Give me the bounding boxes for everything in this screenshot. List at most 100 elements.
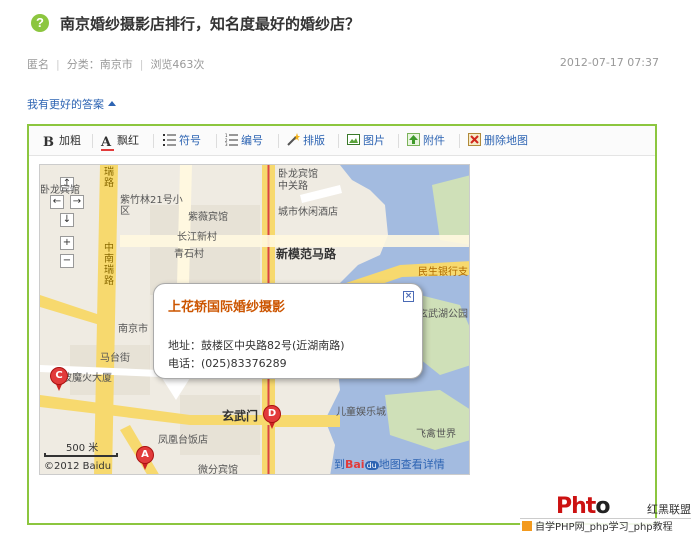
watermark-brand: 红黑联盟 (647, 503, 691, 516)
site-watermark: Phto 红黑联盟 自学PHP网_php学习_php教程 (520, 495, 691, 541)
studio-name[interactable]: 上花轿国际婚纱摄影 (168, 300, 285, 316)
delete-map-button[interactable]: 删除地图 (468, 133, 528, 149)
map-label: 民生银行支 (418, 267, 468, 278)
toolbar-divider (92, 134, 93, 148)
bullets-button[interactable]: 符号 (163, 133, 201, 149)
pan-down-button[interactable]: ↓ (60, 213, 74, 227)
map-label: 儿童娱乐城 (336, 407, 386, 418)
baidu-map-text: 地图 (378, 458, 401, 471)
map-scale-label: 500 米 (66, 443, 99, 454)
author-label: 匿名 (27, 58, 49, 71)
image-icon (347, 134, 360, 145)
delete-map-icon (468, 133, 481, 146)
pin-label: A (136, 446, 154, 464)
post-date: 2012-07-17 07:37 (559, 56, 659, 69)
map-label: 紫竹林21号小区 (120, 195, 183, 217)
watermark-logo-b: o (595, 494, 610, 519)
toolbar-divider (398, 134, 399, 148)
map-label: 波魔火大厦 (62, 373, 112, 384)
category-link[interactable]: 南京市 (100, 58, 133, 71)
color-button[interactable]: A 飘红 (101, 133, 139, 151)
pan-left-button[interactable]: ← (50, 195, 64, 209)
pan-right-button[interactable]: → (70, 195, 84, 209)
map-label: 城市休闲酒店 (278, 207, 338, 218)
baidu-link-prefix: 到 (334, 458, 345, 471)
category-label: 分类： (66, 58, 100, 71)
numbered-list-icon: 123 (225, 133, 238, 146)
bold-button[interactable]: B 加粗 (43, 133, 81, 149)
attach-label: 附件 (423, 134, 445, 147)
better-answer-label: 我有更好的答案 (27, 98, 104, 111)
watermark-square-icon (522, 521, 532, 531)
map-road-label: 中南瑞路 (104, 243, 114, 287)
toolbar-divider (338, 134, 339, 148)
baidu-paw-icon: du (364, 461, 379, 470)
map-pin-c[interactable]: C (50, 367, 68, 391)
map-road-label: 瑞路 (104, 167, 114, 189)
caret-up-icon (108, 101, 116, 106)
map-label: 南京市 (118, 324, 148, 335)
watermark-bar-text: 自学PHP网_php学习_php教程 (535, 522, 673, 533)
numbering-label: 编号 (241, 134, 263, 147)
map-info-window: 上花轿国际婚纱摄影 地址：鼓楼区中央路82号(近湖南路) 电话：(025)833… (153, 283, 423, 379)
baidu-map[interactable]: ↑ ← → ↓ + − 卧龙宾馆 瑞路 卧龙宾馆 中关路 紫竹林21号小区 紫薇… (39, 164, 470, 475)
answer-editor[interactable]: B 加粗 A 飘红 符号 1 2 3 编号 排版 图片 附件 删除地图 ↑ ← … (27, 124, 657, 525)
magic-wand-icon (287, 133, 300, 146)
image-label: 图片 (363, 134, 385, 147)
map-label: 马台街 (100, 353, 130, 364)
map-label: 新模范马路 (276, 247, 337, 261)
format-label: 排版 (303, 134, 325, 147)
delete-map-label: 删除地图 (484, 134, 528, 147)
toolbar-divider (459, 134, 460, 148)
question-mark-icon: ? (31, 14, 49, 32)
zoom-in-button[interactable]: + (60, 236, 74, 250)
image-button[interactable]: 图片 (347, 133, 385, 149)
info-window-pointer (162, 378, 190, 400)
format-button[interactable]: 排版 (287, 133, 325, 149)
map-label: 紫薇宾馆 (188, 212, 228, 223)
watermark-logo: Phto (556, 494, 610, 519)
color-label: 飘红 (117, 134, 139, 147)
map-label: 凤凰台饭店 (158, 435, 208, 446)
question-meta: 匿名 | 分类：南京市 | 浏览463次 2012-07-17 07:37 (27, 56, 659, 72)
map-label: 玄武门 (222, 409, 259, 423)
view-detail-text: 查看详情 (400, 458, 445, 471)
map-label: 微分宾馆 (198, 465, 238, 475)
map-pin-d[interactable]: D (263, 405, 281, 429)
baidu-map-link[interactable]: 到Bai du 地图查看详情 (334, 456, 445, 472)
map-label: 长江新村 (177, 232, 217, 243)
editor-toolbar: B 加粗 A 飘红 符号 1 2 3 编号 排版 图片 附件 删除地图 (29, 126, 655, 156)
studio-phone: 电话：(025)83376289 (168, 357, 287, 370)
watermark-bar: 自学PHP网_php学习_php教程 (520, 518, 691, 536)
watermark-logo-a: Pht (556, 494, 596, 519)
pin-label: C (50, 367, 68, 385)
attach-button[interactable]: 附件 (407, 133, 445, 149)
map-label: 中关路 (278, 181, 308, 192)
map-label: 飞禽世界 (416, 429, 456, 440)
studio-address: 地址：鼓楼区中央路82号(近湖南路) (168, 339, 345, 352)
toolbar-divider (153, 134, 154, 148)
meta-divider: | (56, 58, 60, 71)
question-title: 南京婚纱摄影店排行，知名度最好的婚纱店？ (60, 15, 361, 33)
zoom-out-button[interactable]: − (60, 254, 74, 268)
map-label: 青石村 (174, 249, 204, 260)
bold-label: 加粗 (59, 134, 81, 147)
map-pin-a[interactable]: A (136, 446, 154, 470)
better-answer-toggle[interactable]: 我有更好的答案 (27, 96, 116, 112)
toolbar-divider (278, 134, 279, 148)
map-label: 卧龙宾馆 (40, 185, 80, 196)
bold-icon: B (43, 135, 54, 150)
baidu-logo-bai: Bai (345, 458, 365, 471)
close-icon[interactable]: × (403, 291, 414, 302)
map-label: 玄武湖公园 (418, 309, 468, 320)
upload-arrow-icon (407, 133, 420, 146)
map-scale-bar (44, 453, 118, 457)
pin-label: D (263, 405, 281, 423)
meta-divider: | (139, 58, 144, 71)
svg-text:3: 3 (225, 142, 228, 146)
numbering-button[interactable]: 1 2 3 编号 (225, 133, 263, 149)
bullets-label: 符号 (179, 134, 201, 147)
map-copyright: ©2012 Baidu (44, 461, 112, 472)
text-color-icon: A (101, 136, 114, 151)
toolbar-divider (216, 134, 217, 148)
